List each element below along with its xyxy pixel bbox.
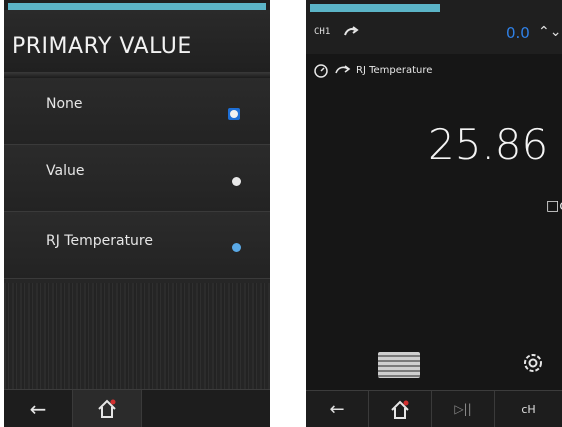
bottom-nav: ←	[4, 389, 270, 427]
channel-header[interactable]: CH1 0.0 ⌃⌄	[306, 14, 562, 54]
play-pause-button[interactable]: ▷||	[432, 391, 495, 427]
option-label: None	[46, 96, 83, 112]
measurement-unit: □c	[546, 198, 562, 214]
screen-header: PRIMARY VALUE	[4, 10, 270, 72]
option-label: RJ Temperature	[46, 233, 153, 249]
measurement-value: 25.86	[428, 120, 549, 169]
channel-select-button[interactable]: cH	[495, 391, 562, 427]
option-value[interactable]: Value	[4, 145, 270, 212]
home-icon	[98, 399, 116, 418]
empty-list-area	[4, 283, 270, 389]
bottom-nav: ← ▷|| cH	[306, 390, 562, 427]
page-title: PRIMARY VALUE	[12, 34, 192, 59]
back-button[interactable]: ←	[306, 391, 369, 427]
brand-logo-icon	[378, 352, 420, 378]
option-none[interactable]: None	[4, 78, 270, 145]
channel-value: 0.0	[506, 24, 530, 42]
back-arrow-icon: ←	[29, 397, 47, 421]
progress-bar	[4, 0, 270, 10]
back-arrow-icon: ←	[329, 399, 345, 420]
option-label: Value	[46, 163, 85, 179]
channel-source-icon	[344, 26, 359, 36]
option-rj-temperature[interactable]: RJ Temperature	[4, 212, 270, 279]
play-pause-icon: ▷||	[454, 402, 472, 416]
primary-value-row[interactable]: RJ Temperature	[306, 56, 562, 84]
radio-icon	[232, 177, 241, 186]
primary-value-label: RJ Temperature	[356, 65, 433, 76]
gauge-icon	[314, 64, 328, 78]
settings-gear-icon[interactable]	[520, 350, 546, 376]
back-button[interactable]: ←	[4, 390, 73, 427]
channel-icon: cH	[521, 403, 536, 416]
home-button[interactable]	[73, 390, 142, 427]
chevron-updown-icon[interactable]: ⌃⌄	[538, 24, 561, 40]
radio-icon	[232, 243, 241, 252]
channel-label: CH1	[314, 27, 331, 37]
home-button[interactable]	[369, 391, 432, 427]
home-icon	[391, 400, 409, 419]
primary-value-screen: PRIMARY VALUE None Value RJ Temperature …	[4, 0, 270, 427]
radio-selected-icon	[228, 108, 240, 120]
measurement-screen: CH1 0.0 ⌃⌄ RJ Temperature 25.86 □c ←	[306, 0, 562, 427]
progress-bar	[306, 0, 562, 14]
rj-temperature-icon	[335, 65, 351, 74]
